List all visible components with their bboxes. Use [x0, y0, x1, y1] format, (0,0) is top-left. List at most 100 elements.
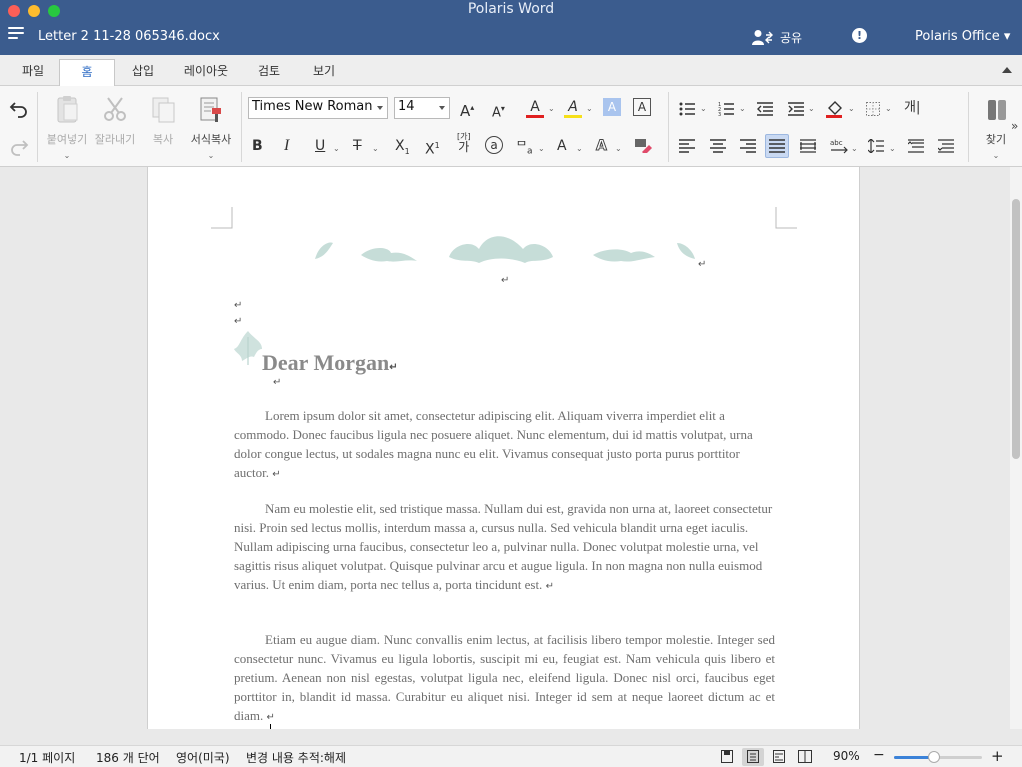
superscript-button[interactable]: X1 [425, 136, 440, 160]
save-icon [721, 750, 733, 763]
indent-dropdown-icon[interactable]: ⌄ [808, 99, 815, 119]
zoom-out-button[interactable]: − [873, 747, 885, 763]
tab-home[interactable]: 홈 [59, 59, 115, 86]
enclose-characters-button[interactable]: a [485, 136, 503, 154]
find-button[interactable]: 찾기 ⌄ [982, 92, 1010, 162]
character-spacing-dropdown-icon[interactable]: ⌄ [538, 139, 545, 159]
save-view-button[interactable] [716, 748, 738, 766]
vertical-scrollbar[interactable] [1010, 167, 1022, 729]
zoom-slider[interactable] [894, 751, 982, 763]
strikethrough-dropdown-icon[interactable]: ⌄ [372, 139, 379, 159]
paragraph-spacing-before-icon[interactable] [908, 139, 924, 153]
line-spacing-icon[interactable] [868, 139, 884, 153]
decorative-ornament-image [315, 236, 695, 263]
shading-button[interactable]: A [603, 98, 621, 116]
italic-button[interactable]: I [284, 136, 289, 156]
text-direction-dropdown-icon[interactable]: ⌄ [851, 139, 858, 159]
track-changes-status[interactable]: 변경 내용 추적:해제 [246, 749, 346, 766]
text-outline-button[interactable]: A [596, 136, 608, 156]
highlight-button[interactable]: A [564, 97, 582, 118]
document-page[interactable]: ↵ ↵ ↵ ↵ Dear Morgan↵ ↵ Lorem ipsum dolor… [147, 167, 860, 729]
bullet-list-icon[interactable] [679, 102, 695, 116]
tab-view[interactable]: 보기 [300, 59, 348, 86]
ribbon-overflow-icon[interactable]: » [1011, 116, 1018, 136]
print-layout-view-button[interactable] [742, 748, 764, 766]
font-color-dropdown-icon[interactable]: ⌄ [548, 99, 555, 119]
asian-layout-button[interactable]: 개| [904, 98, 920, 118]
copy-button[interactable]: 복사 [141, 92, 185, 162]
font-name-select[interactable]: Times New Roman [248, 97, 388, 119]
language-indicator[interactable]: 영어(미국) [176, 749, 230, 766]
paste-button[interactable]: 붙여넣기 ⌄ [45, 92, 89, 162]
cut-button[interactable]: 잘라내기 [93, 92, 137, 162]
align-right-icon[interactable] [740, 139, 756, 153]
increase-indent-icon[interactable] [788, 102, 804, 116]
body-paragraph-3[interactable]: Etiam eu augue diam. Nunc convallis enim… [234, 630, 775, 727]
tab-layout[interactable]: 레이아웃 [174, 59, 238, 86]
share-button[interactable]: 공유 [752, 27, 802, 47]
text-effect-button[interactable]: A [557, 136, 567, 156]
salutation-heading[interactable]: Dear Morgan↵ [262, 350, 398, 376]
zoom-level[interactable]: 90% [833, 749, 860, 763]
zoom-slider-thumb[interactable] [927, 751, 940, 763]
format-painter-dropdown-icon[interactable]: ⌄ [208, 151, 215, 160]
web-layout-view-button[interactable] [768, 748, 790, 766]
undo-icon[interactable] [9, 100, 29, 118]
text-outline-dropdown-icon[interactable]: ⌄ [615, 139, 622, 159]
document-name: Letter 2 11-28 065346.docx [38, 29, 220, 44]
bold-button[interactable]: B [252, 136, 263, 156]
paste-dropdown-icon[interactable]: ⌄ [64, 151, 71, 160]
decrease-indent-icon[interactable] [757, 102, 773, 116]
reading-view-button[interactable] [794, 748, 816, 766]
align-center-icon[interactable] [710, 139, 726, 153]
numbered-list-dropdown-icon[interactable]: ⌄ [739, 99, 746, 119]
borders-icon[interactable] [866, 102, 880, 116]
subscript-button[interactable]: X1 [395, 136, 410, 162]
paint-bucket-dropdown-icon[interactable]: ⌄ [848, 99, 855, 119]
underline-dropdown-icon[interactable]: ⌄ [333, 139, 340, 159]
phonetic-guide-button[interactable]: [가] 가 [457, 132, 471, 154]
svg-text:3: 3 [718, 112, 721, 116]
alert-icon[interactable]: ! [852, 28, 867, 43]
line-spacing-dropdown-icon[interactable]: ⌄ [889, 139, 896, 159]
clear-formatting-icon[interactable] [634, 138, 652, 154]
document-canvas[interactable]: ↵ ↵ ↵ ↵ Dear Morgan↵ ↵ Lorem ipsum dolor… [0, 167, 1010, 729]
tab-insert[interactable]: 삽입 [118, 59, 168, 86]
underline-button[interactable]: U [315, 136, 325, 156]
scrollbar-thumb[interactable] [1012, 199, 1020, 459]
distributed-icon[interactable] [800, 139, 816, 153]
tab-review[interactable]: 검토 [246, 59, 292, 86]
format-painter-button[interactable]: 서식복사 ⌄ [189, 92, 233, 162]
account-menu[interactable]: Polaris Office ▾ [915, 29, 1010, 44]
find-dropdown-icon[interactable]: ⌄ [993, 151, 1000, 160]
text-direction-icon[interactable]: abc [830, 138, 848, 154]
copy-label: 복사 [152, 133, 174, 146]
character-spacing-button[interactable]: ᄆa [516, 136, 533, 161]
increase-font-size-icon[interactable]: A▴ [460, 98, 474, 121]
collapse-ribbon-icon[interactable] [1002, 67, 1012, 73]
menu-icon[interactable] [8, 27, 24, 39]
font-color-button[interactable]: A [526, 97, 544, 118]
strikethrough-button[interactable]: T [353, 136, 362, 156]
borders-dropdown-icon[interactable]: ⌄ [885, 99, 892, 119]
word-count: 186 개 단어 [96, 751, 160, 765]
align-left-icon[interactable] [679, 139, 695, 153]
body-paragraph-2[interactable]: Nam eu molestie elit, sed tristique mass… [234, 499, 775, 596]
tab-file[interactable]: 파일 [10, 59, 56, 86]
redo-icon[interactable] [9, 138, 29, 156]
decrease-font-size-icon[interactable]: A▾ [492, 99, 505, 123]
text-effect-dropdown-icon[interactable]: ⌄ [576, 139, 583, 159]
highlight-dropdown-icon[interactable]: ⌄ [586, 99, 593, 119]
numbered-list-icon[interactable]: 123 [718, 102, 734, 116]
svg-text:abc: abc [830, 139, 843, 147]
bullet-list-dropdown-icon[interactable]: ⌄ [700, 99, 707, 119]
paragraph-spacing-after-icon[interactable] [938, 139, 954, 153]
zoom-in-button[interactable]: + [991, 747, 1004, 765]
paint-bucket-icon[interactable] [826, 100, 844, 118]
justify-button[interactable] [765, 134, 789, 158]
body-paragraph-1[interactable]: Lorem ipsum dolor sit amet, consectetur … [234, 406, 775, 484]
font-size-select[interactable]: 14 [394, 97, 450, 119]
copy-icon [152, 97, 175, 123]
font-name-value: Times New Roman [252, 99, 373, 114]
border-text-button[interactable]: A [633, 98, 651, 116]
